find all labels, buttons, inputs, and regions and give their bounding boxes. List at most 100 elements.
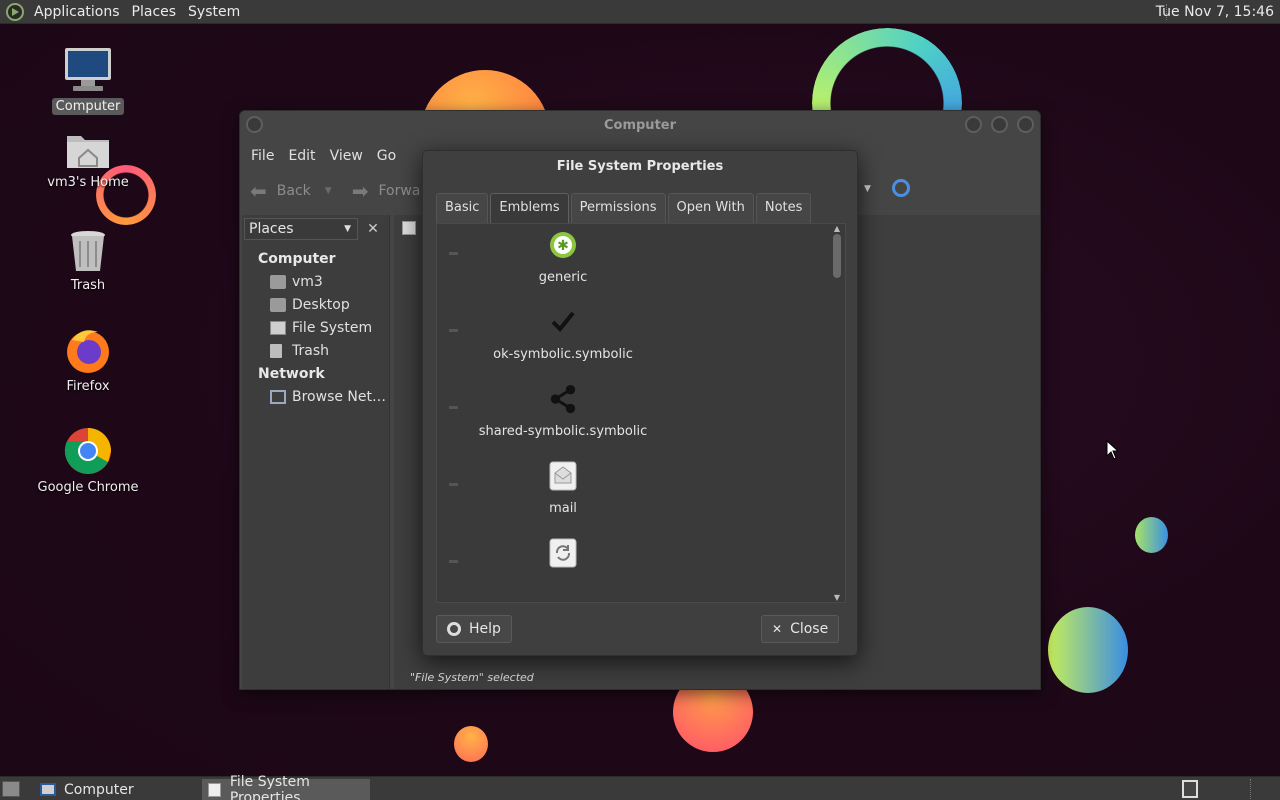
top-panel: Applications Places System Tue Nov 7, 15… xyxy=(0,0,1280,24)
home-folder-icon xyxy=(270,275,286,289)
sidebar-item-vm3[interactable]: vm3 xyxy=(270,274,323,290)
desktop-icon-label: vm3's Home xyxy=(47,175,129,190)
back-arrow-icon: ⬅ xyxy=(250,179,267,203)
tab-open-with[interactable]: Open With xyxy=(667,193,754,223)
help-icon xyxy=(447,622,461,636)
properties-icon xyxy=(208,782,221,797)
chevron-down-icon: ▼ xyxy=(324,186,332,196)
tab-emblems[interactable]: Emblems xyxy=(490,193,569,223)
applications-menu[interactable]: Applications xyxy=(28,0,126,24)
tab-basic[interactable]: Basic xyxy=(436,193,489,223)
emblem-checkbox[interactable] xyxy=(449,329,458,332)
emblem-checkbox[interactable] xyxy=(449,406,458,409)
system-menu[interactable]: System xyxy=(182,0,246,24)
share-icon xyxy=(548,384,578,414)
status-bar: "File System" selected xyxy=(410,671,534,684)
search-icon[interactable] xyxy=(892,179,910,197)
emblem-checkbox[interactable] xyxy=(449,560,458,563)
wallpaper-large-green-blob xyxy=(1048,607,1128,693)
desktop-icon-computer[interactable]: Computer xyxy=(33,46,143,115)
trash-icon xyxy=(71,231,105,271)
forward-arrow-icon: ➡ xyxy=(351,179,369,203)
desktop-icon-label: Google Chrome xyxy=(37,480,139,495)
clock[interactable]: Tue Nov 7, 15:46 xyxy=(1156,0,1274,24)
sidebar: Places ▼ ✕ Computer vm3 Desktop File Sys… xyxy=(242,215,390,689)
firefox-icon xyxy=(67,330,109,373)
sidebar-item-file-system[interactable]: File System xyxy=(270,320,372,336)
svg-text:✱: ✱ xyxy=(557,238,569,254)
emblem-list[interactable]: ✱ generic ok-symbolic.symbolic shared-sy… xyxy=(436,223,846,603)
bottom-panel: Computer File System Properties xyxy=(0,774,1280,800)
forward-button[interactable]: ➡ Forwa xyxy=(352,179,421,203)
desktop-icon-chrome[interactable]: Google Chrome xyxy=(33,427,143,496)
emblem-item-shared[interactable]: shared-symbolic.symbolic xyxy=(437,378,832,455)
window-titlebar[interactable]: Computer xyxy=(240,111,1040,141)
maximize-button[interactable] xyxy=(991,116,1008,133)
places-menu[interactable]: Places xyxy=(126,0,183,24)
sidebar-item-trash[interactable]: Trash xyxy=(270,343,329,359)
chevron-down-icon[interactable]: ▼ xyxy=(864,184,871,194)
close-sidebar-icon[interactable]: ✕ xyxy=(362,218,384,240)
close-icon: ✕ xyxy=(772,622,783,636)
emblem-checkbox[interactable] xyxy=(449,252,458,255)
menu-file[interactable]: File xyxy=(244,148,281,164)
tab-notes[interactable]: Notes xyxy=(755,193,812,223)
emblem-item-generic[interactable]: ✱ generic xyxy=(437,224,832,301)
taskbar-item-computer[interactable]: Computer xyxy=(34,779,198,800)
chrome-icon xyxy=(64,428,111,474)
help-button[interactable]: Help xyxy=(436,615,512,643)
menu-go[interactable]: Go xyxy=(370,148,403,164)
edit-location-icon[interactable] xyxy=(402,221,416,235)
sidebar-item-desktop[interactable]: Desktop xyxy=(270,297,350,313)
sidebar-item-browse-network[interactable]: Browse Net… xyxy=(270,389,386,405)
generic-emblem-icon: ✱ xyxy=(548,230,578,260)
desktop-icon-label: Trash xyxy=(70,278,106,293)
scroll-up-icon[interactable]: ▲ xyxy=(833,224,841,233)
desktop-icon-firefox[interactable]: Firefox xyxy=(33,326,143,395)
sync-icon xyxy=(548,538,578,568)
panel-separator xyxy=(1250,779,1252,799)
minimize-button[interactable] xyxy=(965,116,982,133)
close-window-button[interactable] xyxy=(1017,116,1034,133)
workspace-switcher-icon[interactable] xyxy=(1182,780,1198,798)
checkmark-icon xyxy=(548,307,578,337)
chevron-down-icon: ▼ xyxy=(344,224,351,234)
desktop-icon-label: Firefox xyxy=(66,379,110,394)
menu-view[interactable]: View xyxy=(323,148,370,164)
emblem-item-mail[interactable]: mail xyxy=(437,455,832,532)
computer-icon xyxy=(65,48,111,91)
dialog-title: File System Properties xyxy=(556,159,724,174)
dialog-tabs: Basic Emblems Permissions Open With Note… xyxy=(436,193,813,223)
desktop-folder-icon xyxy=(270,298,286,312)
emblem-item-ok[interactable]: ok-symbolic.symbolic xyxy=(437,301,832,378)
window-menu-button[interactable] xyxy=(246,116,263,133)
home-folder-icon xyxy=(67,136,109,168)
mouse-cursor-icon xyxy=(1106,440,1120,460)
sidebar-heading-computer: Computer xyxy=(258,251,336,267)
wallpaper-green-blob xyxy=(1135,517,1168,553)
tab-permissions[interactable]: Permissions xyxy=(570,193,666,223)
scrollbar-thumb[interactable] xyxy=(833,234,841,278)
show-desktop-icon[interactable] xyxy=(2,781,20,797)
desktop-icon-label: Computer xyxy=(51,98,125,115)
back-button[interactable]: ⬅ Back ▼ xyxy=(250,179,332,203)
window-title: Computer xyxy=(603,118,677,133)
menu-edit[interactable]: Edit xyxy=(281,148,322,164)
network-icon xyxy=(270,390,286,404)
close-button[interactable]: ✕ Close xyxy=(761,615,840,643)
emblem-scrollbar[interactable]: ▲ ▼ xyxy=(833,224,841,602)
places-selector[interactable]: Places ▼ xyxy=(244,218,358,240)
mail-icon xyxy=(548,461,578,491)
scroll-down-icon[interactable]: ▼ xyxy=(833,593,841,602)
taskbar-item-file-system-properties[interactable]: File System Properties xyxy=(202,774,370,800)
wallpaper-small-orange-blob xyxy=(454,726,488,762)
mate-logo-icon[interactable] xyxy=(6,2,24,21)
computer-icon xyxy=(40,783,56,796)
file-system-properties-dialog[interactable]: File System Properties Basic Emblems Per… xyxy=(422,150,858,656)
emblem-checkbox[interactable] xyxy=(449,483,458,486)
trash-icon xyxy=(270,344,282,358)
drive-icon xyxy=(270,321,286,335)
emblem-item-sync[interactable] xyxy=(437,532,832,602)
desktop-icon-home[interactable]: vm3's Home xyxy=(33,130,143,191)
desktop-icon-trash[interactable]: Trash xyxy=(33,229,143,294)
